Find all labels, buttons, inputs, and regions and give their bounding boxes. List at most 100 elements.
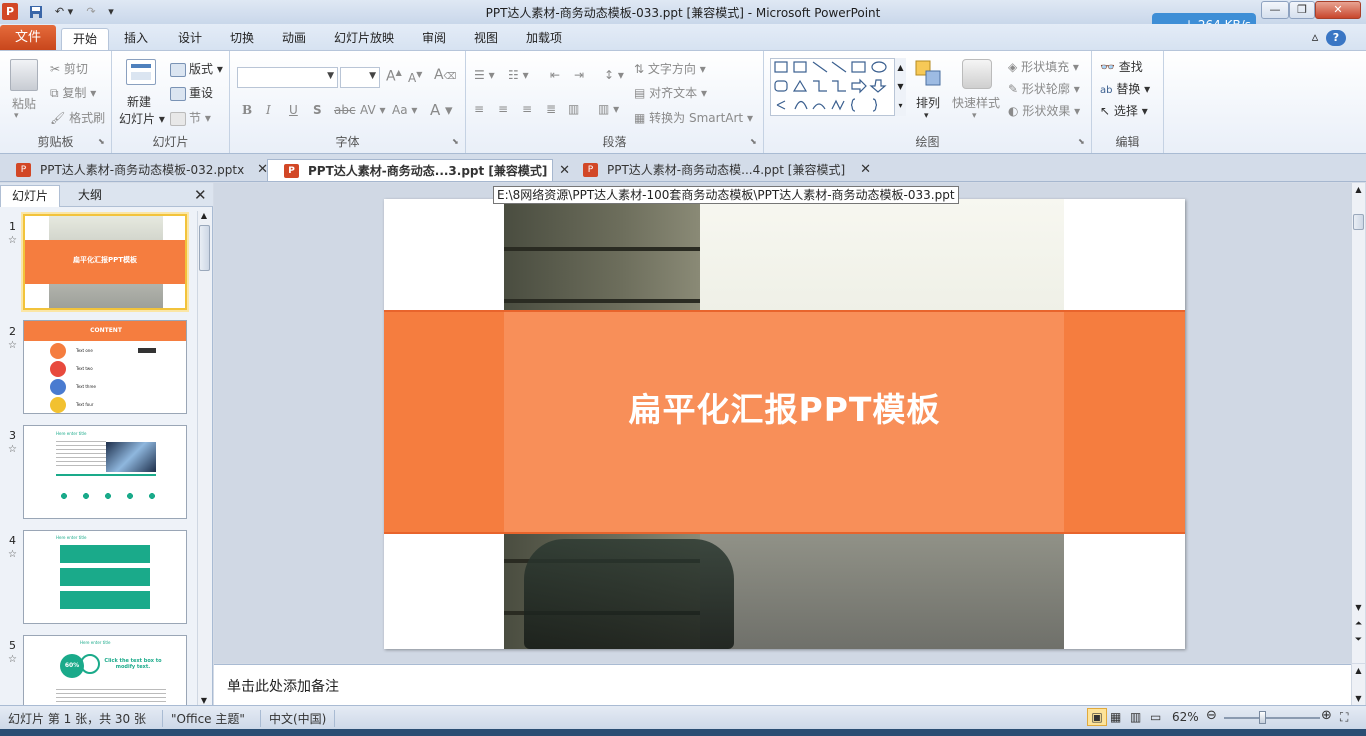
font-size-dropdown-icon[interactable]: ▼	[369, 71, 376, 81]
theme-name[interactable]: "Office 主题"	[162, 710, 245, 727]
grow-font-button[interactable]: A▲	[386, 68, 402, 85]
minimize-ribbon-icon[interactable]: ▵	[1305, 28, 1325, 50]
shape-fill-button[interactable]: ◈ 形状填充 ▾	[1008, 58, 1079, 75]
layout-button[interactable]: 版式 ▾	[170, 60, 223, 77]
smartart-button[interactable]: ▦ 转换为 SmartArt ▾	[634, 109, 753, 126]
close-tab-icon[interactable]: ✕	[860, 159, 871, 181]
tab-view[interactable]: 视图	[464, 28, 508, 50]
slide-thumbnail-1[interactable]: 扁平化汇报PPT模板	[21, 212, 189, 312]
select-button[interactable]: ↖ 选择 ▾	[1100, 102, 1148, 119]
zoom-level[interactable]: 62%	[1172, 710, 1199, 724]
paste-dropdown-icon[interactable]: ▾	[14, 111, 19, 121]
close-pane-icon[interactable]: ✕	[194, 186, 207, 204]
tab-home[interactable]: 开始	[61, 28, 109, 50]
doc-tab-034[interactable]: P PPT达人素材-商务动态模...4.ppt [兼容模式] ✕	[567, 159, 871, 181]
zoom-out-icon[interactable]: ⊖	[1206, 708, 1217, 723]
underline-button[interactable]: U	[289, 103, 298, 117]
prev-slide-icon[interactable]: ⏶	[1352, 619, 1365, 629]
tab-file[interactable]: 文件	[0, 25, 56, 50]
paragraph-launcher-icon[interactable]: ⬊	[750, 137, 757, 146]
slideshow-icon[interactable]: ▭	[1150, 710, 1161, 724]
scroll-thumb[interactable]	[199, 225, 210, 271]
notes-pane[interactable]: 单击此处添加备注	[214, 664, 1352, 705]
italic-button[interactable]: I	[266, 103, 271, 117]
slide-title[interactable]: 扁平化汇报PPT模板	[384, 383, 1185, 431]
replace-button[interactable]: ab 替换 ▾	[1100, 80, 1150, 97]
tab-review[interactable]: 审阅	[412, 28, 456, 50]
new-slide-button[interactable]: 幻灯片 ▾	[119, 110, 165, 127]
canvas-scrollbar[interactable]: ▲ ▼ ⏶ ⏷	[1351, 183, 1365, 663]
notes-scrollbar[interactable]: ▲ ▼	[1351, 664, 1365, 705]
clear-format-button[interactable]: A⌫	[434, 67, 456, 83]
slide-sorter-icon[interactable]: ▦	[1110, 710, 1121, 724]
strikethrough-button[interactable]: abc	[334, 103, 356, 117]
justify-button[interactable]: ≣	[546, 102, 556, 116]
font-family-combo[interactable]: ▼	[237, 67, 338, 88]
shape-effects-button[interactable]: ◐ 形状效果 ▾	[1008, 102, 1080, 119]
decrease-indent-button[interactable]: ⇤	[550, 68, 560, 82]
shapes-scroll[interactable]: ▲ ▼ ▾	[894, 58, 906, 116]
cut-button[interactable]: ✂ 剪切	[50, 60, 88, 77]
canvas-scroll-thumb[interactable]	[1353, 214, 1364, 230]
slide-thumbnail-5[interactable]: Here enter title 60% Click the text box …	[23, 635, 187, 705]
scroll-up-icon[interactable]: ▲	[1352, 666, 1365, 675]
shadow-button[interactable]: S	[313, 103, 322, 117]
copy-button[interactable]: ⧉ 复制 ▾	[50, 84, 96, 101]
font-color-button[interactable]: A ▾	[430, 101, 453, 119]
reset-button[interactable]: 重设	[170, 84, 213, 101]
current-slide[interactable]: 扁平化汇报PPT模板	[384, 199, 1185, 649]
scroll-down-icon[interactable]: ▼	[1352, 603, 1365, 612]
doc-tab-033[interactable]: P PPT达人素材-商务动态...3.ppt [兼容模式] ✕	[267, 159, 570, 181]
align-center-button[interactable]: ≡	[498, 102, 508, 116]
tab-insert[interactable]: 插入	[114, 28, 158, 50]
shrink-font-button[interactable]: A▼	[408, 70, 422, 85]
distributed-button[interactable]: ▥	[568, 102, 579, 116]
font-family-dropdown-icon[interactable]: ▼	[327, 71, 334, 81]
help-icon[interactable]: ?	[1326, 30, 1346, 46]
shape-outline-button[interactable]: ✎ 形状轮廓 ▾	[1008, 80, 1080, 97]
new-slide-label[interactable]: 新建	[127, 93, 151, 110]
scroll-up-icon[interactable]: ▲	[1352, 185, 1365, 194]
increase-indent-button[interactable]: ⇥	[574, 68, 584, 82]
numbering-button[interactable]: ☷ ▾	[508, 68, 529, 82]
bold-button[interactable]: B	[242, 103, 252, 117]
align-text-button[interactable]: ▤ 对齐文本 ▾	[634, 84, 707, 101]
scroll-down-icon[interactable]: ▼	[1352, 694, 1365, 703]
quick-styles-button[interactable]: 快速样式	[952, 94, 1000, 111]
slide-thumbnail-3[interactable]: Here enter title	[23, 425, 187, 519]
format-painter-button[interactable]: 🖌 格式刷	[50, 109, 105, 126]
scroll-up-icon[interactable]: ▲	[198, 211, 210, 220]
tab-animations[interactable]: 动画	[272, 28, 316, 50]
doc-tab-032[interactable]: P PPT达人素材-商务动态模板-032.pptx ✕	[0, 159, 268, 181]
text-direction-button[interactable]: ⇅ 文字方向 ▾	[634, 60, 706, 77]
quick-styles-dropdown-icon[interactable]: ▾	[972, 111, 977, 121]
arrange-dropdown-icon[interactable]: ▾	[924, 111, 929, 121]
tab-slides[interactable]: 幻灯片	[0, 185, 60, 207]
align-left-button[interactable]: ≡	[474, 102, 484, 116]
reading-view-icon[interactable]: ▥	[1130, 710, 1141, 724]
zoom-slider-thumb[interactable]	[1259, 711, 1267, 724]
tab-slideshow[interactable]: 幻灯片放映	[326, 28, 402, 50]
minimize-button[interactable]: —	[1261, 1, 1289, 19]
normal-view-icon[interactable]: ▣	[1087, 708, 1107, 726]
slide-thumbnail-4[interactable]: Here enter title	[23, 530, 187, 624]
shapes-gallery[interactable]	[770, 58, 906, 116]
find-button[interactable]: 👓 查找	[1100, 58, 1143, 75]
line-spacing-button[interactable]: ↕ ▾	[604, 68, 624, 82]
scroll-down-icon[interactable]: ▼	[198, 696, 210, 705]
fit-slide-icon[interactable]: ⛶	[1340, 710, 1348, 725]
tab-outline[interactable]: 大纲	[66, 185, 114, 207]
change-case-button[interactable]: Aa ▾	[392, 103, 417, 117]
paste-button[interactable]: 粘贴	[12, 95, 36, 112]
tab-transitions[interactable]: 切换	[220, 28, 264, 50]
language[interactable]: 中文(中国)	[260, 710, 336, 727]
drawing-launcher-icon[interactable]: ⬊	[1078, 137, 1085, 146]
zoom-in-icon[interactable]: ⊕	[1321, 708, 1332, 723]
font-size-combo[interactable]: ▼	[340, 67, 380, 88]
slide-thumbnail-2[interactable]: CONTENT Text one Text two Text three Tex…	[23, 320, 187, 414]
arrange-button[interactable]: 排列	[916, 94, 940, 111]
tab-addins[interactable]: 加载项	[518, 28, 570, 50]
columns-button[interactable]: ▥ ▾	[598, 102, 619, 116]
clipboard-launcher-icon[interactable]: ⬊	[98, 137, 105, 146]
bullets-button[interactable]: ☰ ▾	[474, 68, 495, 82]
